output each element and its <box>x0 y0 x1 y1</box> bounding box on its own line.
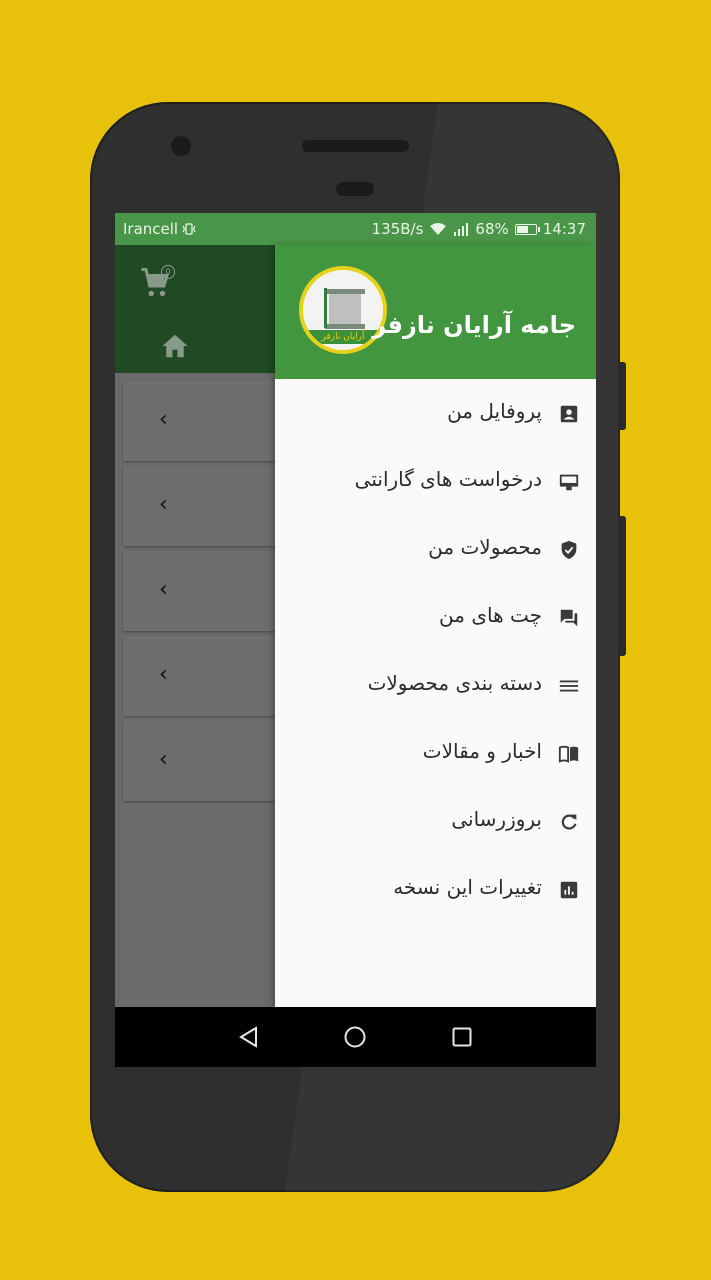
menu-item-label: بروزرسانی <box>451 807 542 831</box>
volume-button <box>618 516 626 656</box>
menu-item-label: اخبار و مقالات <box>422 739 542 763</box>
account-box-icon <box>560 405 578 423</box>
power-button <box>618 362 626 430</box>
spool-graphic <box>325 289 365 329</box>
list-item[interactable]: ‹ <box>123 636 275 716</box>
navigation-drawer: آرایان نازفر جامه آرایان نازفر پروفایل م… <box>275 245 596 1007</box>
verified-shield-icon <box>561 540 577 560</box>
list-icon <box>559 680 579 692</box>
menu-item-chats[interactable]: چت های من <box>275 583 596 651</box>
front-camera <box>171 136 191 156</box>
chevron-left-icon: ‹ <box>159 577 168 602</box>
background-app-header: 0 <box>115 245 275 373</box>
background-card-list: ‹ ‹ ‹ ‹ ‹ <box>123 381 275 806</box>
chevron-left-icon: ‹ <box>159 492 168 517</box>
menu-item-news[interactable]: اخبار و مقالات <box>275 719 596 787</box>
android-nav-bar <box>115 1007 596 1067</box>
app-logo: آرایان نازفر <box>299 266 387 354</box>
home-nav-icon[interactable] <box>343 1025 367 1049</box>
status-bar: Irancell 135B/s 68% 14:37 <box>115 213 596 245</box>
cart-badge: 0 <box>161 265 175 279</box>
menu-item-label: درخواست های گارانتی <box>354 467 542 491</box>
wifi-icon <box>430 223 447 235</box>
refresh-icon <box>561 814 577 830</box>
menu-item-categories[interactable]: دسته بندی محصولات <box>275 651 596 719</box>
list-item[interactable]: ‹ <box>123 551 275 631</box>
menu-item-label: دسته بندی محصولات <box>367 671 542 695</box>
vibrate-icon <box>182 223 196 235</box>
menu-item-label: چت های من <box>439 603 542 627</box>
back-icon[interactable] <box>237 1025 261 1049</box>
clock: 14:37 <box>542 220 586 238</box>
battery-icon <box>514 223 540 235</box>
earpiece-speaker <box>302 140 409 152</box>
list-item[interactable]: ‹ <box>123 721 275 801</box>
list-item[interactable]: ‹ <box>123 381 275 461</box>
menu-item-update[interactable]: بروزرسانی <box>275 787 596 855</box>
book-icon <box>558 745 579 763</box>
list-item[interactable]: ‹ <box>123 466 275 546</box>
network-speed: 135B/s <box>371 220 424 238</box>
app-title: جامه آرایان نازفر <box>372 311 576 339</box>
carrier-label: Irancell <box>123 220 179 238</box>
menu-item-my-products[interactable]: محصولات من <box>275 515 596 583</box>
logo-band: آرایان نازفر <box>303 330 383 344</box>
warranty-icon <box>559 474 579 491</box>
menu-item-label: محصولات من <box>428 535 542 559</box>
chevron-left-icon: ‹ <box>159 407 168 432</box>
bar-chart-icon <box>560 881 578 899</box>
proximity-sensor <box>336 182 374 196</box>
menu-item-warranty[interactable]: درخواست های گارانتی <box>275 447 596 515</box>
chevron-left-icon: ‹ <box>159 747 168 772</box>
signal-icon <box>454 222 469 236</box>
menu-item-label: پروفایل من <box>447 399 542 423</box>
drawer-menu: پروفایل من درخواست های گارانتی محصولات م… <box>275 379 596 923</box>
chevron-left-icon: ‹ <box>159 662 168 687</box>
menu-item-profile[interactable]: پروفایل من <box>275 379 596 447</box>
battery-percent: 68% <box>475 220 509 238</box>
drawer-header: آرایان نازفر جامه آرایان نازفر <box>275 245 596 379</box>
menu-item-label: تغییرات این نسخه <box>393 875 542 899</box>
phone-screen: Irancell 135B/s 68% 14:37 0 ‹ ‹ ‹ ‹ ‹ آر… <box>115 213 596 1067</box>
background-app: 0 ‹ ‹ ‹ ‹ ‹ <box>115 245 275 1007</box>
home-icon[interactable] <box>159 331 191 361</box>
recents-icon[interactable] <box>450 1025 474 1049</box>
chat-icon <box>560 609 578 627</box>
menu-item-changelog[interactable]: تغییرات این نسخه <box>275 855 596 923</box>
needle-graphic <box>324 288 327 328</box>
